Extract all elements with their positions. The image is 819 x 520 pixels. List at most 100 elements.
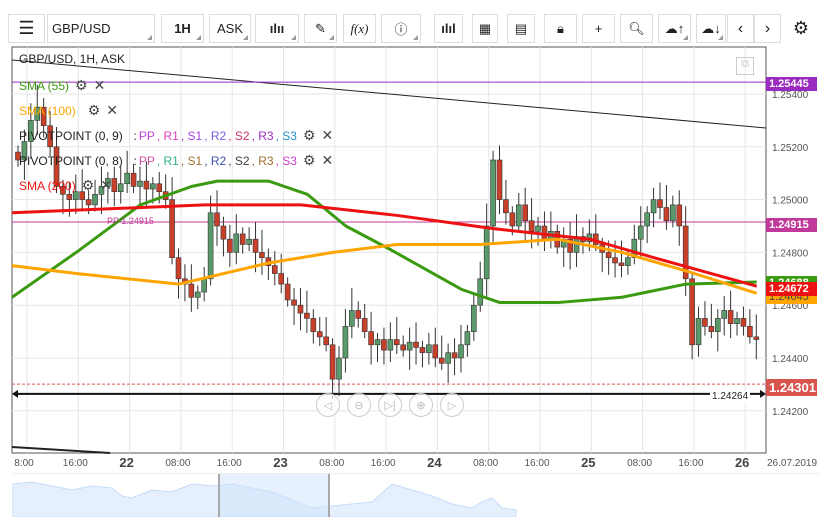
- candle-down: [143, 180, 150, 190]
- candle-down: [361, 318, 368, 332]
- candle-down: [169, 199, 175, 258]
- candle-up: [207, 212, 214, 280]
- candle-up: [625, 257, 631, 266]
- legend-pivot2: PIVOTPOINT (0, 8) : PP, R1, S1, R2, S2, …: [19, 152, 333, 169]
- time-tick: 16:00: [216, 458, 242, 469]
- candle-down: [618, 262, 625, 266]
- time-tick: 25: [581, 455, 596, 470]
- candle-down: [657, 199, 663, 208]
- candle-down: [156, 183, 163, 192]
- close-icon[interactable]: ✕: [106, 102, 118, 119]
- date-label: 26.07.2019: [767, 458, 818, 469]
- candle-down: [214, 212, 220, 227]
- time-tick: 08:00: [473, 458, 499, 469]
- price-chart[interactable]: 1.254001.252001.250001.248001.246001.244…: [0, 0, 819, 516]
- candle-down: [419, 347, 426, 354]
- navigator-window[interactable]: [219, 474, 329, 517]
- time-tick: 16:00: [370, 458, 396, 469]
- pivot-level-s1: , S1: [180, 128, 203, 143]
- candle-up: [670, 204, 676, 222]
- candle-up: [201, 278, 207, 293]
- candle-down: [413, 341, 419, 348]
- candle-down: [663, 207, 670, 222]
- sma100-label: SMA (100): [19, 103, 76, 118]
- candle-down: [355, 310, 362, 319]
- gear-icon[interactable]: ⚙: [82, 177, 95, 194]
- candle-down: [400, 344, 407, 351]
- candle-down: [329, 344, 336, 380]
- candle-up: [458, 344, 464, 359]
- candle-up: [464, 331, 471, 346]
- candle-down: [522, 204, 528, 222]
- price-tick: 1.25400: [772, 90, 809, 101]
- candle-up: [349, 310, 355, 327]
- pivot-level-s1: , S1: [180, 153, 203, 168]
- close-icon[interactable]: ✕: [94, 77, 106, 94]
- sma55-label: SMA (55): [19, 78, 70, 93]
- reset-view-button[interactable]: ▷|: [378, 393, 402, 417]
- candle-down: [381, 339, 387, 351]
- gear-icon[interactable]: ⚙: [75, 77, 88, 94]
- zoom-out-button[interactable]: ⊖: [347, 393, 371, 417]
- candle-up: [650, 199, 657, 214]
- navigator[interactable]: [11, 473, 819, 518]
- pivot1-sep: :: [133, 128, 137, 143]
- candle-down: [708, 326, 715, 332]
- pivot-level-r2: , R2: [204, 153, 227, 168]
- pivot-level-r2: , R2: [204, 128, 227, 143]
- candle-down: [297, 304, 304, 314]
- pivot-level-r1: , R1: [156, 128, 179, 143]
- candle-down: [310, 318, 317, 332]
- candle-up: [336, 357, 342, 380]
- candle-up: [734, 318, 740, 324]
- candle-up: [721, 310, 728, 319]
- close-icon[interactable]: ✕: [100, 177, 112, 194]
- candle-up: [342, 326, 349, 359]
- pp-annotation: PP 1.24915: [107, 216, 154, 226]
- close-icon[interactable]: ✕: [322, 127, 334, 144]
- candle-down: [316, 331, 323, 338]
- badge-pp: 1.24915: [766, 218, 817, 232]
- time-tick: 08:00: [627, 458, 653, 469]
- scroll-left-button[interactable]: ◁: [316, 393, 340, 417]
- gear-icon[interactable]: ⚙: [303, 152, 316, 169]
- time-tick: 23: [273, 455, 288, 470]
- legend-pivot1: PIVOTPOINT (0, 9) : PP, R1, S1, R2, S2, …: [19, 127, 333, 144]
- candle-down: [66, 194, 73, 200]
- badge-alert: 1.24301: [766, 379, 817, 396]
- price-tick: 1.24800: [772, 248, 809, 259]
- candle-down: [188, 283, 195, 298]
- pivot-level-r3: , R3: [251, 153, 274, 168]
- price-tick: 1.25200: [772, 143, 809, 154]
- badge-sma200: 1.24672: [766, 282, 817, 296]
- sma200-label: SMA (200): [19, 178, 76, 193]
- gear-icon[interactable]: ⚙: [88, 102, 101, 119]
- pivot-level-s2: , S2: [228, 153, 250, 168]
- candle-up: [535, 225, 541, 232]
- close-icon[interactable]: ✕: [322, 152, 334, 169]
- time-tick: 16:00: [678, 458, 704, 469]
- popout-icon[interactable]: ⧉: [736, 57, 754, 75]
- candle-down: [605, 252, 612, 258]
- scroll-right-button[interactable]: ▷: [440, 393, 464, 417]
- candle-up: [117, 183, 124, 192]
- candle-up: [246, 238, 252, 245]
- time-tick: 26: [734, 455, 750, 470]
- candle-down: [111, 178, 118, 192]
- pivot-level-s3: , S3: [275, 128, 297, 143]
- candle-up: [515, 204, 522, 227]
- candle-up: [637, 225, 644, 240]
- candle-down: [239, 233, 246, 245]
- candle-up: [483, 225, 490, 280]
- candle-up: [490, 159, 496, 227]
- chart-title-text: GBP/USD, 1H, ASK: [19, 52, 126, 66]
- pivot2-sep: :: [133, 153, 137, 168]
- candle-down: [130, 172, 137, 187]
- time-tick: 16:00: [524, 458, 550, 469]
- candle-down: [252, 238, 259, 253]
- legend-sma55: SMA (55) ⚙ ✕: [19, 77, 105, 94]
- zoom-in-button[interactable]: ⊕: [409, 393, 433, 417]
- candle-down: [85, 199, 92, 206]
- gear-icon[interactable]: ⚙: [303, 127, 316, 144]
- candle-up: [471, 304, 477, 332]
